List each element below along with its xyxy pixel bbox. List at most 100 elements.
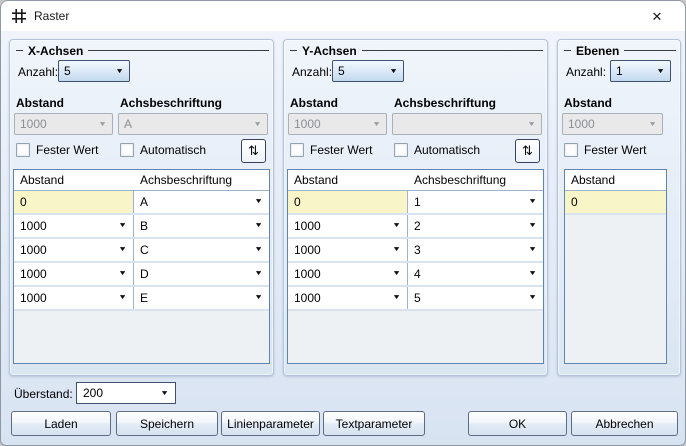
chevron-down-icon[interactable]: ▼ bbox=[392, 241, 401, 258]
chevron-down-icon[interactable]: ▼ bbox=[392, 217, 401, 234]
abstand-cell[interactable]: 0 bbox=[14, 191, 134, 213]
table-header-achsbeschriftung: Achsbeschriftung bbox=[140, 173, 233, 187]
ok-button[interactable]: OK bbox=[468, 411, 567, 436]
label-cell[interactable]: D ▼ bbox=[134, 263, 269, 285]
cell-value: 5 bbox=[414, 291, 421, 305]
abstand-cell[interactable]: 1000 ▼ bbox=[14, 263, 134, 285]
abstand-cell[interactable]: 1000 ▼ bbox=[288, 239, 408, 261]
cell-value: D bbox=[140, 267, 149, 281]
y-anzahl-combobox[interactable]: 5 ▼ bbox=[332, 60, 404, 82]
table-header-row: Abstand Achsbeschriftung bbox=[14, 170, 269, 191]
table-row: 0 bbox=[565, 191, 666, 215]
cell-value: 1000 bbox=[20, 243, 47, 257]
chevron-down-icon[interactable]: ▼ bbox=[118, 217, 127, 234]
fester-wert-checkbox[interactable] bbox=[290, 143, 304, 157]
textparameter-button[interactable]: Textparameter bbox=[323, 411, 425, 436]
x-anzahl-value: 5 bbox=[64, 64, 71, 78]
automatisch-checkbox[interactable] bbox=[120, 143, 134, 157]
x-fester-wert-checkbox-row: Fester Wert bbox=[16, 143, 98, 157]
chevron-down-icon[interactable]: ▼ bbox=[528, 265, 537, 282]
group-ebenen-header: Ebenen bbox=[558, 43, 680, 58]
group-x-header: X-Achsen bbox=[10, 43, 273, 58]
divider bbox=[624, 50, 676, 51]
label-cell[interactable]: 4 ▼ bbox=[408, 263, 543, 285]
cell-value: 1000 bbox=[20, 291, 47, 305]
table-row: 1000 ▼ 5 ▼ bbox=[288, 287, 543, 311]
y-anzahl-value: 5 bbox=[338, 64, 345, 78]
laden-button[interactable]: Laden bbox=[11, 411, 111, 436]
close-button[interactable]: ✕ bbox=[637, 1, 677, 31]
chevron-down-icon[interactable]: ▼ bbox=[392, 289, 401, 306]
chevron-down-icon[interactable]: ▼ bbox=[528, 241, 537, 258]
abstand-cell[interactable]: 1000 ▼ bbox=[288, 215, 408, 237]
chevron-down-icon[interactable]: ▼ bbox=[392, 265, 401, 282]
chevron-down-icon[interactable]: ▼ bbox=[254, 217, 263, 234]
label-cell[interactable]: 2 ▼ bbox=[408, 215, 543, 237]
speichern-button[interactable]: Speichern bbox=[116, 411, 218, 436]
fester-wert-checkbox[interactable] bbox=[564, 143, 578, 157]
group-x-title: X-Achsen bbox=[28, 43, 84, 58]
ebenen-anzahl-combobox[interactable]: 1 ▼ bbox=[610, 60, 671, 82]
abbrechen-button[interactable]: Abbrechen bbox=[571, 411, 678, 436]
abstand-cell[interactable]: 0 bbox=[288, 191, 408, 213]
ebenen-abstand-disabled-value: 1000 bbox=[568, 117, 595, 131]
table-row: 1000 ▼ E ▼ bbox=[14, 287, 269, 311]
swap-order-button[interactable]: ⇅ bbox=[241, 139, 266, 163]
cell-value: 1000 bbox=[294, 291, 321, 305]
abstand-cell[interactable]: 1000 ▼ bbox=[14, 239, 134, 261]
chevron-down-icon[interactable]: ▼ bbox=[115, 67, 124, 75]
group-y-header: Y-Achsen bbox=[284, 43, 547, 58]
chevron-down-icon[interactable]: ▼ bbox=[528, 217, 537, 234]
chevron-down-icon[interactable]: ▼ bbox=[254, 265, 263, 282]
chevron-down-icon[interactable]: ▼ bbox=[254, 289, 263, 306]
table-header-abstand: Abstand bbox=[20, 173, 65, 187]
label-cell[interactable]: B ▼ bbox=[134, 215, 269, 237]
fester-wert-checkbox[interactable] bbox=[16, 143, 30, 157]
label-cell[interactable]: 3 ▼ bbox=[408, 239, 543, 261]
ebenen-abstand-disabled-combobox: 1000 ▼ bbox=[562, 113, 663, 135]
table-empty-area bbox=[565, 215, 666, 363]
linienparameter-button[interactable]: Linienparameter bbox=[221, 411, 320, 436]
abstand-cell[interactable]: 1000 ▼ bbox=[288, 287, 408, 309]
chevron-down-icon[interactable]: ▼ bbox=[254, 241, 263, 258]
abstand-cell[interactable]: 1000 ▼ bbox=[288, 263, 408, 285]
titlebar: Raster ✕ bbox=[1, 1, 685, 31]
abstand-cell[interactable]: 1000 ▼ bbox=[14, 287, 134, 309]
chevron-down-icon[interactable]: ▼ bbox=[254, 193, 263, 210]
x-achsbeschriftung-disabled-value: A bbox=[124, 117, 133, 131]
x-anzahl-combobox[interactable]: 5 ▼ bbox=[58, 60, 130, 82]
y-automatisch-checkbox-row: Automatisch bbox=[394, 143, 480, 157]
cell-value: 1 bbox=[414, 195, 421, 209]
chevron-down-icon[interactable]: ▼ bbox=[528, 289, 537, 306]
anzahl-label: Anzahl: bbox=[18, 65, 59, 79]
table-row: 0 1 ▼ bbox=[288, 191, 543, 215]
chevron-down-icon[interactable]: ▼ bbox=[528, 193, 537, 210]
label-cell[interactable]: 1 ▼ bbox=[408, 191, 543, 213]
chevron-down-icon[interactable]: ▼ bbox=[656, 67, 665, 75]
y-achsen-table: Abstand Achsbeschriftung 0 1 ▼ 1000 ▼ 2 ▼ 1… bbox=[287, 169, 544, 364]
chevron-down-icon[interactable]: ▼ bbox=[118, 289, 127, 306]
window-title: Raster bbox=[34, 9, 70, 23]
swap-order-button[interactable]: ⇅ bbox=[515, 139, 540, 163]
chevron-down-icon[interactable]: ▼ bbox=[118, 241, 127, 258]
chevron-down-icon[interactable]: ▼ bbox=[160, 389, 169, 397]
abstand-cell[interactable]: 1000 ▼ bbox=[14, 215, 134, 237]
cell-value: 4 bbox=[414, 267, 421, 281]
ueberstand-combobox[interactable]: 200 ▼ bbox=[76, 382, 176, 404]
abstand-cell[interactable]: 0 bbox=[565, 191, 666, 213]
label-cell[interactable]: E ▼ bbox=[134, 287, 269, 309]
label-cell[interactable]: C ▼ bbox=[134, 239, 269, 261]
automatisch-checkbox[interactable] bbox=[394, 143, 408, 157]
x-abstand-disabled-value: 1000 bbox=[20, 117, 47, 131]
label-cell[interactable]: A ▼ bbox=[134, 191, 269, 213]
cell-value: E bbox=[140, 291, 149, 305]
abstand-header: Abstand bbox=[16, 96, 64, 110]
chevron-down-icon[interactable]: ▼ bbox=[118, 265, 127, 282]
fester-wert-label: Fester Wert bbox=[36, 143, 99, 157]
ueberstand-value: 200 bbox=[83, 386, 104, 400]
table-header-row: Abstand bbox=[565, 170, 666, 191]
chevron-down-icon: ▼ bbox=[98, 119, 107, 128]
label-cell[interactable]: 5 ▼ bbox=[408, 287, 543, 309]
cell-value: B bbox=[140, 219, 149, 233]
chevron-down-icon[interactable]: ▼ bbox=[389, 67, 398, 75]
